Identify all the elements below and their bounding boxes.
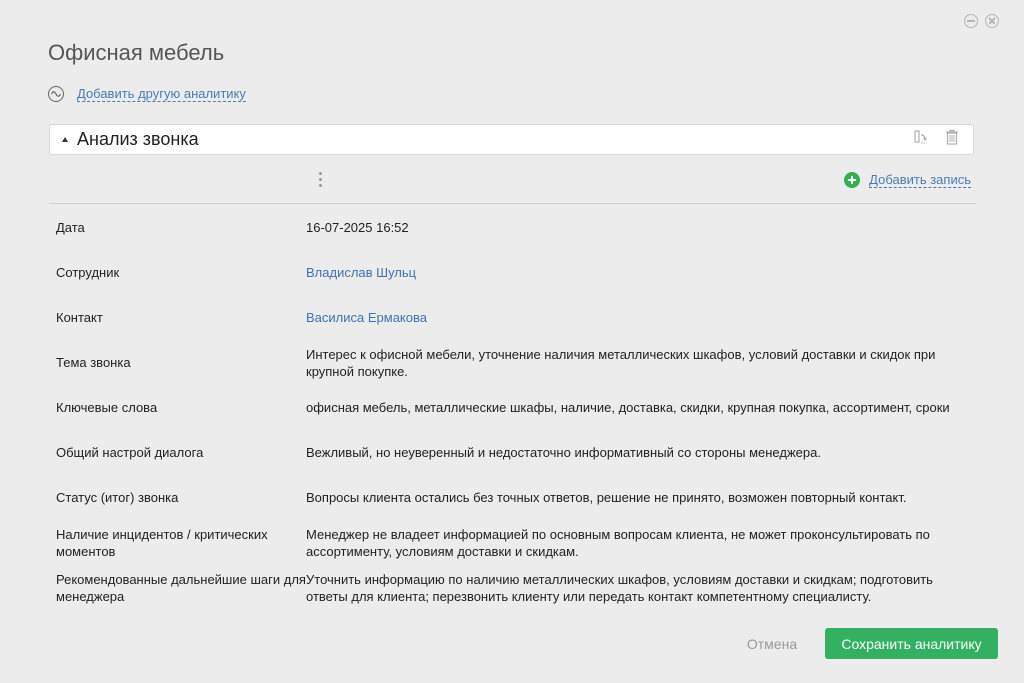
field-row-date: Дата 16-07-2025 16:52 [56,205,986,250]
field-row-keywords: Ключевые слова офисная мебель, металличе… [56,385,986,430]
field-label: Статус (итог) звонка [56,490,179,505]
field-value: 16-07-2025 16:52 [306,220,409,235]
field-label: Общий настрой диалога [56,445,204,460]
wave-icon [48,86,64,102]
field-label: Тема звонка [56,355,131,370]
collapse-triangle-icon[interactable] [62,137,68,142]
kebab-menu-icon[interactable] [319,172,323,190]
field-row-status: Статус (итог) звонка Вопросы клиента ост… [56,475,986,520]
export-icon[interactable] [913,129,929,150]
section-header[interactable]: Анализ звонка [49,124,974,155]
field-label: Рекомендованные дальнейшие шаги для мене… [56,571,306,604]
field-label: Дата [56,220,85,235]
field-value: офисная мебель, металлические шкафы, нал… [306,400,950,415]
save-analytics-button[interactable]: Сохранить аналитику [825,628,998,659]
trash-icon[interactable] [945,129,959,150]
close-icon[interactable] [985,14,999,28]
field-label: Контакт [56,310,103,325]
section-title: Анализ звонка [77,129,199,149]
field-row-employee: Сотрудник Владислав Шульц [56,250,986,295]
field-label: Наличие инцидентов / критических моменто… [56,526,268,559]
cancel-button[interactable]: Отмена [736,628,808,659]
add-analytics-link[interactable]: Добавить другую аналитику [77,86,246,102]
section-header-icons [913,129,959,150]
field-label: Ключевые слова [56,400,158,415]
toolbar: Добавить запись [49,168,974,196]
divider [49,203,976,204]
fields-table: Дата 16-07-2025 16:52 Сотрудник Владисла… [56,205,986,610]
field-row-contact: Контакт Василиса Ермакова [56,295,986,340]
add-analytics[interactable]: Добавить другую аналитику [48,86,246,102]
field-value: Уточнить информацию по наличию металличе… [306,571,933,604]
field-row-mood: Общий настрой диалога Вежливый, но неуве… [56,430,986,475]
add-record[interactable]: Добавить запись [844,172,971,188]
plus-icon [844,172,861,188]
minimize-icon[interactable] [964,14,978,28]
employee-link[interactable]: Владислав Шульц [306,264,956,281]
field-value: Вопросы клиента остались без точных отве… [306,490,907,505]
page-title: Офисная мебель [48,40,225,65]
field-row-next-steps: Рекомендованные дальнейшие шаги для мене… [56,565,986,610]
field-label: Сотрудник [56,265,120,280]
contact-link[interactable]: Василиса Ермакова [306,309,956,326]
field-value: Вежливый, но неуверенный и недостаточно … [306,445,821,460]
add-record-link[interactable]: Добавить запись [869,172,971,188]
field-row-topic: Тема звонка Интерес к офисной мебели, ут… [56,340,986,385]
field-row-incidents: Наличие инцидентов / критических моменто… [56,520,986,565]
field-value: Интерес к офисной мебели, уточнение нали… [306,346,936,379]
window-controls [964,14,999,28]
field-value: Менеджер не владеет информацией по основ… [306,526,930,559]
